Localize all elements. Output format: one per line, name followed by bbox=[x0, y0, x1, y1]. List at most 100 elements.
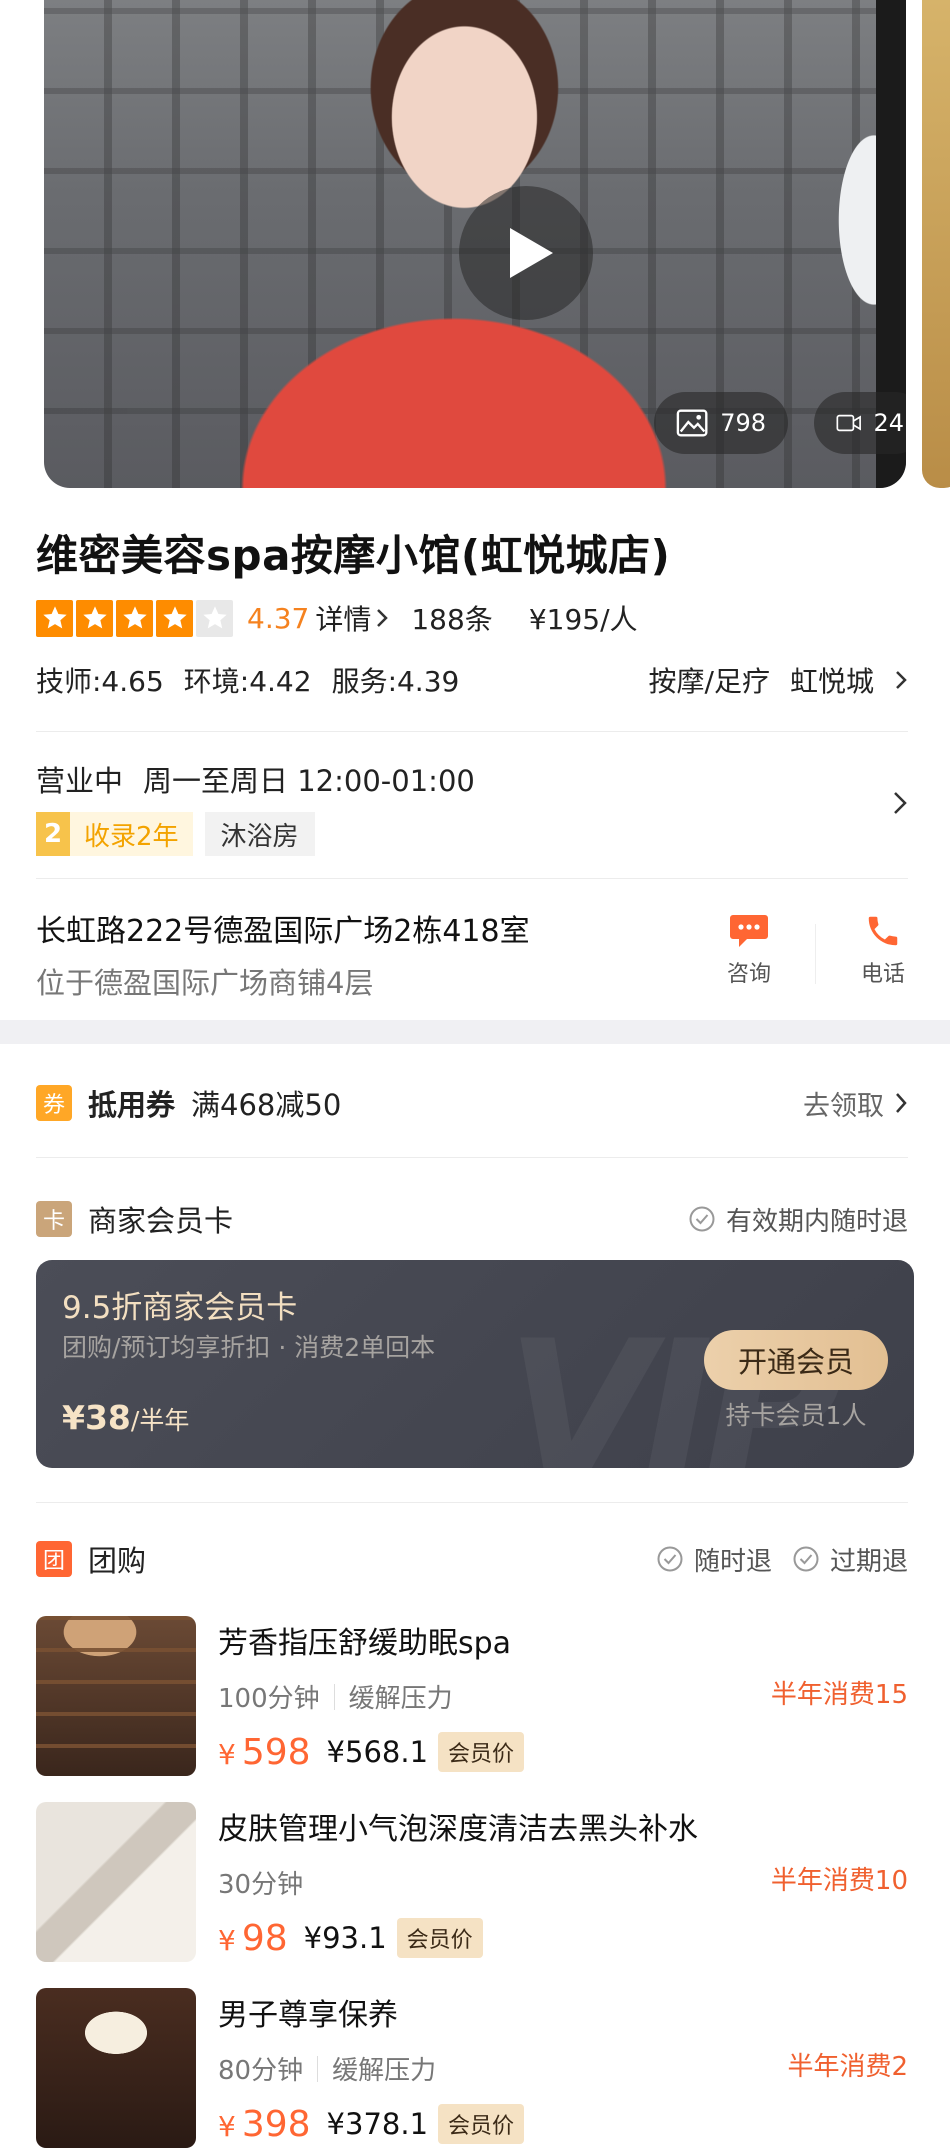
deal-price: ¥98 bbox=[218, 1917, 288, 1959]
deal-name: 皮肤管理小气泡深度清洁去黑头补水 bbox=[218, 1812, 698, 1847]
deal-thumbnail bbox=[36, 1802, 196, 1962]
star-empty-icon bbox=[196, 599, 233, 637]
media-gallery[interactable]: 798 24 bbox=[0, 0, 950, 490]
deal-item[interactable]: 皮肤管理小气泡深度清洁去黑头补水 30分钟 半年消费10 ¥98 ¥93.1 会… bbox=[36, 1802, 908, 1962]
chevron-right-icon[interactable] bbox=[892, 790, 908, 816]
photo-count-badge[interactable]: 798 bbox=[654, 392, 788, 454]
chevron-right-icon bbox=[896, 1093, 907, 1113]
address[interactable]: 长虹路222号德盈国际广场2栋418室 bbox=[36, 906, 530, 950]
chevron-right-icon bbox=[377, 609, 389, 627]
refund-note: 有效期内随时退 bbox=[688, 1201, 908, 1238]
divider bbox=[36, 731, 908, 732]
image-icon bbox=[676, 409, 708, 437]
deal-price: ¥598 bbox=[218, 1731, 311, 1773]
deal-thumbnail bbox=[36, 1616, 196, 1776]
deal-price: ¥398 bbox=[218, 2103, 311, 2145]
deal-meta: 30分钟 bbox=[218, 1870, 304, 1900]
video-count: 24 bbox=[873, 409, 904, 437]
coupon-row[interactable]: 券 抵用券 满468减50 去领取 bbox=[36, 1080, 908, 1126]
star-icon bbox=[36, 599, 73, 637]
deal-prices: ¥598 ¥568.1 会员价 bbox=[218, 1730, 525, 1774]
category-area[interactable]: 虹悦城 bbox=[790, 660, 874, 700]
coupon-icon: 券 bbox=[36, 1085, 72, 1121]
deal-name: 男子尊享保养 bbox=[218, 1998, 398, 2033]
deal-meta: 100分钟 缓解压力 bbox=[218, 1683, 453, 1714]
member-price: ¥93.1 bbox=[303, 1921, 387, 1955]
deal-thumbnail bbox=[36, 1988, 196, 2148]
card-icon: 卡 bbox=[36, 1201, 72, 1237]
rating-row: 4.37 详情 188条 ¥195/人 bbox=[36, 596, 638, 640]
vip-card-title: 9.5折商家会员卡 bbox=[62, 1290, 298, 1326]
member-holders-count: 持卡会员1人 bbox=[725, 1401, 867, 1430]
check-circle-icon bbox=[793, 1546, 819, 1572]
photo-count: 798 bbox=[720, 409, 766, 437]
category-links[interactable]: 按摩/足疗 虹悦城 bbox=[649, 660, 908, 700]
star-rating bbox=[36, 599, 233, 637]
group-buy-policies: 随时退 过期退 bbox=[656, 1541, 908, 1578]
rating-score: 4.37 bbox=[247, 601, 310, 635]
vip-card-subtitle: 团购/预订均享折扣 · 消费2单回本 bbox=[62, 1333, 436, 1362]
facility-tag: 沐浴房 bbox=[204, 812, 315, 856]
video-person bbox=[194, 0, 714, 488]
deal-sales: 半年消费2 bbox=[787, 2052, 908, 2082]
deal-item[interactable]: 男子尊享保养 80分钟 缓解压力 半年消费2 ¥398 ¥378.1 会员价 bbox=[36, 1988, 908, 2148]
address-note: 位于德盈国际广场商铺4层 bbox=[36, 966, 374, 1000]
member-price: ¥568.1 bbox=[326, 1735, 429, 1769]
chevron-right-icon bbox=[896, 671, 907, 689]
star-icon bbox=[156, 599, 193, 637]
category-massage[interactable]: 按摩/足疗 bbox=[649, 660, 770, 700]
member-price: ¥378.1 bbox=[326, 2107, 429, 2141]
subscore-technician: 技师:4.65 bbox=[36, 665, 164, 698]
shop-video[interactable]: 798 24 bbox=[44, 0, 906, 488]
coupon-desc: 满468减50 bbox=[191, 1088, 342, 1122]
deal-sales: 半年消费10 bbox=[770, 1866, 908, 1896]
business-hours[interactable]: 营业中 周一至周日 12:00-01:00 bbox=[36, 758, 475, 800]
divider bbox=[36, 1157, 908, 1158]
divider bbox=[36, 1502, 908, 1503]
star-icon bbox=[76, 599, 113, 637]
rating-details-link[interactable]: 详情 bbox=[315, 598, 389, 638]
vip-price: ¥38 /半年 bbox=[62, 1398, 190, 1437]
hours-text: 周一至周日 12:00-01:00 bbox=[143, 764, 475, 798]
group-icon: 团 bbox=[36, 1541, 72, 1577]
video-count-badge[interactable]: 24 bbox=[814, 392, 906, 454]
deal-meta: 80分钟 缓解压力 bbox=[218, 2055, 437, 2086]
section-gap bbox=[0, 1020, 950, 1044]
star-icon bbox=[116, 599, 153, 637]
play-icon bbox=[510, 228, 553, 278]
open-membership-button[interactable]: 开通会员 bbox=[704, 1330, 888, 1390]
coupon-label: 抵用券 bbox=[88, 1088, 176, 1122]
group-buy-header: 团 团购 随时退 过期退 bbox=[36, 1536, 908, 1582]
policy-expiry-refund: 过期退 bbox=[829, 1546, 908, 1577]
shop-tags: 2 收录2年 沐浴房 bbox=[36, 812, 315, 856]
deal-sales: 半年消费15 bbox=[770, 1680, 908, 1710]
member-card-header: 卡 商家会员卡 有效期内随时退 bbox=[36, 1196, 908, 1242]
member-price-tag: 会员价 bbox=[396, 1918, 483, 1958]
years-listed-badge: 2 收录2年 bbox=[36, 812, 193, 856]
member-card-label: 商家会员卡 bbox=[88, 1204, 234, 1238]
chat-bubble-icon bbox=[730, 915, 768, 947]
price-per-person: ¥195/人 bbox=[528, 603, 638, 636]
deal-item[interactable]: 芳香指压舒缓助眠spa 100分钟 缓解压力 半年消费15 ¥598 ¥568.… bbox=[36, 1616, 908, 1776]
next-media-thumb[interactable] bbox=[922, 0, 950, 488]
play-button[interactable] bbox=[459, 186, 593, 320]
vip-card[interactable]: VIP 9.5折商家会员卡 团购/预订均享折扣 · 消费2单回本 ¥38 /半年… bbox=[36, 1260, 914, 1468]
review-count[interactable]: 188条 bbox=[411, 598, 492, 638]
deal-prices: ¥398 ¥378.1 会员价 bbox=[218, 2102, 525, 2146]
member-price-tag: 会员价 bbox=[438, 1732, 525, 1772]
deal-prices: ¥98 ¥93.1 会员价 bbox=[218, 1916, 483, 1960]
member-price-tag: 会员价 bbox=[438, 2104, 525, 2144]
check-circle-icon bbox=[689, 1206, 715, 1232]
divider bbox=[36, 878, 908, 879]
policy-anytime-refund: 随时退 bbox=[693, 1546, 772, 1577]
claim-coupon-button[interactable]: 去领取 bbox=[803, 1084, 908, 1123]
subscore-service: 服务:4.39 bbox=[331, 665, 460, 698]
consult-button[interactable]: 咨询 bbox=[714, 912, 784, 988]
shop-name: 维密美容spa按摩小馆(虹悦城店) bbox=[36, 531, 671, 580]
open-status: 营业中 bbox=[36, 764, 124, 798]
video-camera-icon bbox=[836, 414, 861, 432]
phone-icon bbox=[868, 916, 898, 946]
deal-name: 芳香指压舒缓助眠spa bbox=[218, 1626, 512, 1661]
check-circle-icon bbox=[657, 1546, 683, 1572]
phone-button[interactable]: 电话 bbox=[848, 912, 918, 988]
